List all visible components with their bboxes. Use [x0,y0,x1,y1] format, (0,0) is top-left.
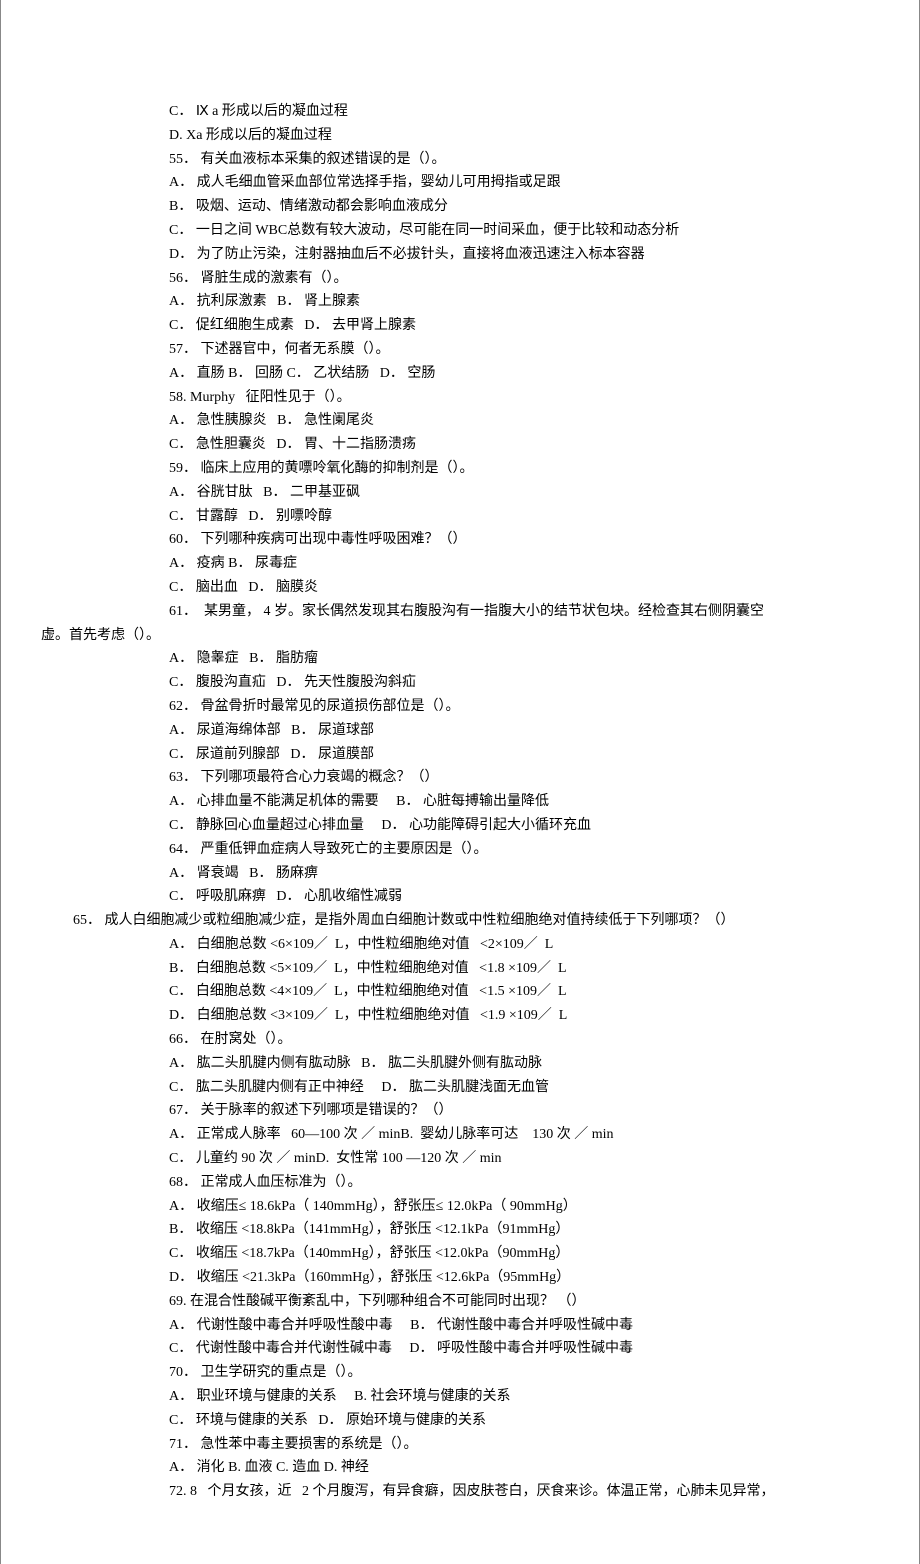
exam-line: 61． 某男童， 4 岁。家长偶然发现其右腹股沟有一指腹大小的结节状包块。经检查… [41,600,879,624]
exam-line: 56． 肾脏生成的激素有（）。 [41,267,879,291]
exam-line: C． 静脉回心血量超过心排血量 D． 心功能障碍引起大小循环充血 [41,814,879,838]
exam-line: A． 正常成人脉率 60—100 次 ／ minB. 婴幼儿脉率可达 130 次… [41,1123,879,1147]
exam-line: B． 白细胞总数 <5×109／ L，中性粒细胞绝对值 <1.8 ×109／ L [41,957,879,981]
exam-line: A． 消化 B. 血液 C. 造血 D. 神经 [41,1456,879,1480]
exam-line: C． 环境与健康的关系 D． 原始环境与健康的关系 [41,1409,879,1433]
exam-line: 59． 临床上应用的黄嘌呤氧化酶的抑制剂是（）。 [41,457,879,481]
exam-line: 72. 8 个月女孩，近 2 个月腹泻，有异食癖，因皮肤苍白，厌食来诊。体温正常… [41,1480,879,1504]
exam-line: 58. Murphy 征阳性见于（）。 [41,386,879,410]
exam-line: 57． 下述器官中，何者无系膜（）。 [41,338,879,362]
exam-line: 69. 在混合性酸碱平衡紊乱中，下列哪种组合不可能同时出现？ （） [41,1290,879,1314]
exam-line: A． 心排血量不能满足机体的需要 B． 心脏每搏输出量降低 [41,790,879,814]
exam-line: A． 直肠 B． 回肠 C． 乙状结肠 D． 空肠 [41,362,879,386]
exam-line: C． 儿童约 90 次 ／ minD. 女性常 100 —120 次 ／ min [41,1147,879,1171]
exam-line: B． 吸烟、运动、情绪激动都会影响血液成分 [41,195,879,219]
question-65-stem: 65． 成人白细胞减少或粒细胞减少症，是指外周血白细胞计数或中性粒细胞绝对值持续… [41,909,879,933]
document-page: C． Ⅸ a 形成以后的凝血过程D. Xa 形成以后的凝血过程55． 有关血液标… [0,0,920,1564]
exam-line: A． 抗利尿激素 B． 肾上腺素 [41,290,879,314]
exam-line: C． 代谢性酸中毒合并代谢性碱中毒 D． 呼吸性酸中毒合并呼吸性碱中毒 [41,1337,879,1361]
exam-line: 55． 有关血液标本采集的叙述错误的是（）。 [41,148,879,172]
exam-line: A． 成人毛细血管采血部位常选择手指，婴幼儿可用拇指或足跟 [41,171,879,195]
exam-line: 71． 急性苯中毒主要损害的系统是（）。 [41,1433,879,1457]
exam-line: A． 尿道海绵体部 B． 尿道球部 [41,719,879,743]
exam-line: 64． 严重低钾血症病人导致死亡的主要原因是（）。 [41,838,879,862]
exam-line: A． 谷胱甘肽 B． 二甲基亚砜 [41,481,879,505]
exam-line: A． 肾衰竭 B． 肠麻痹 [41,862,879,886]
exam-line: 70． 卫生学研究的重点是（）。 [41,1361,879,1385]
exam-line: C． 尿道前列腺部 D． 尿道膜部 [41,743,879,767]
exam-line: A． 肱二头肌腱内侧有肱动脉 B． 肱二头肌腱外侧有肱动脉 [41,1052,879,1076]
exam-line: D． 收缩压 <21.3kPa（160mmHg），舒张压 <12.6kPa（95… [41,1266,879,1290]
exam-line: 67． 关于脉率的叙述下列哪项是错误的？（） [41,1099,879,1123]
exam-line: A． 职业环境与健康的关系 B. 社会环境与健康的关系 [41,1385,879,1409]
exam-line: C． 促红细胞生成素 D． 去甲肾上腺素 [41,314,879,338]
exam-line: A． 白细胞总数 <6×109／ L，中性粒细胞绝对值 <2×109／ L [41,933,879,957]
exam-line: C． 肱二头肌腱内侧有正中神经 D． 肱二头肌腱浅面无血管 [41,1076,879,1100]
exam-line: 62． 骨盆骨折时最常见的尿道损伤部位是（）。 [41,695,879,719]
exam-line: 60． 下列哪种疾病可出现中毒性呼吸困难？（） [41,528,879,552]
exam-line: A． 疫病 B． 尿毒症 [41,552,879,576]
exam-line: B． 收缩压 <18.8kPa（141mmHg），舒张压 <12.1kPa（91… [41,1218,879,1242]
exam-line: C． 白细胞总数 <4×109／ L，中性粒细胞绝对值 <1.5 ×109／ L [41,980,879,1004]
exam-line: C． 甘露醇 D． 别嘌呤醇 [41,505,879,529]
exam-line: C． 收缩压 <18.7kPa（140mmHg），舒张压 <12.0kPa（90… [41,1242,879,1266]
exam-line: C． 脑出血 D． 脑膜炎 [41,576,879,600]
exam-line: 63． 下列哪项最符合心力衰竭的概念？（） [41,766,879,790]
exam-line: A． 收缩压≤ 18.6kPa（ 140mmHg），舒张压≤ 12.0kPa（ … [41,1195,879,1219]
exam-line: A． 代谢性酸中毒合并呼吸性酸中毒 B． 代谢性酸中毒合并呼吸性碱中毒 [41,1314,879,1338]
exam-line: C． Ⅸ a 形成以后的凝血过程 [41,100,879,124]
exam-line: A． 隐睾症 B． 脂肪瘤 [41,647,879,671]
exam-line: C． 急性胆囊炎 D． 胃、十二指肠溃疡 [41,433,879,457]
exam-line: C． 呼吸肌麻痹 D． 心肌收缩性减弱 [41,885,879,909]
exam-line: D． 为了防止污染，注射器抽血后不必拔针头，直接将血液迅速注入标本容器 [41,243,879,267]
exam-line: A． 急性胰腺炎 B． 急性阑尾炎 [41,409,879,433]
wrap-continuation: 虚。首先考虑（）。 [41,624,879,648]
exam-line: D． 白细胞总数 <3×109／ L，中性粒细胞绝对值 <1.9 ×109／ L [41,1004,879,1028]
exam-line: C． 腹股沟直疝 D． 先天性腹股沟斜疝 [41,671,879,695]
exam-line: 68． 正常成人血压标准为（）。 [41,1171,879,1195]
exam-line: 66． 在肘窝处（）。 [41,1028,879,1052]
exam-line: C． 一日之间 WBC总数有较大波动，尽可能在同一时间采血，便于比较和动态分析 [41,219,879,243]
exam-line: D. Xa 形成以后的凝血过程 [41,124,879,148]
